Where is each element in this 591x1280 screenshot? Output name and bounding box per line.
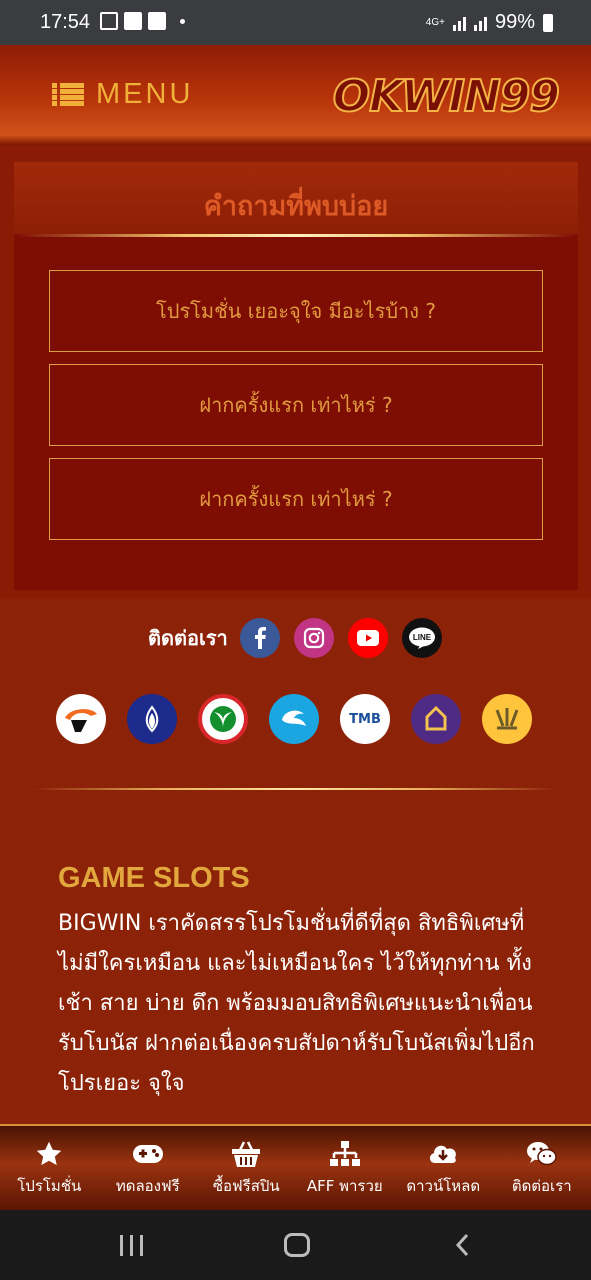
bank-bualuang-icon	[127, 694, 177, 744]
section-title: GAME SLOTS	[58, 862, 250, 894]
app-notification-icon	[148, 12, 166, 30]
status-bar: 17:54 4G+ 99%	[0, 0, 591, 45]
nav-promotions[interactable]: โปรโมชั่น	[0, 1126, 99, 1210]
status-time: 17:54	[40, 11, 91, 33]
battery-icon	[543, 13, 553, 32]
menu-label: MENU	[96, 78, 194, 110]
back-icon[interactable]	[450, 1232, 476, 1258]
contact-label: ติดต่อเรา	[148, 626, 228, 650]
gold-divider	[14, 234, 578, 237]
list-icon	[52, 82, 84, 107]
gold-divider	[33, 788, 557, 790]
gallery-notification-icon	[100, 12, 118, 30]
contact-section: ติดต่อเรา LINE TMB GAME SLOTS BIGWIN เรา…	[0, 598, 591, 1128]
instagram-icon[interactable]	[293, 618, 334, 658]
svg-text:LINE: LINE	[413, 633, 432, 642]
recents-icon[interactable]	[120, 1235, 143, 1256]
nav-label: ซื้อฟรีสปิน	[212, 1177, 280, 1195]
bank-scb-icon	[411, 694, 461, 744]
section-body: BIGWIN เราคัดสรรโปรโมชั่นที่ดีที่สุด สิท…	[58, 911, 535, 1096]
site-logo[interactable]: OKWIN99	[332, 70, 561, 123]
logo-text: OKWIN99	[332, 70, 561, 123]
line-icon[interactable]: LINE	[401, 618, 442, 658]
gamepad-icon	[132, 1140, 164, 1168]
bank-list: TMB	[56, 694, 532, 744]
faq-title: คำถามที่พบบ่อย	[203, 191, 389, 222]
faq-item[interactable]: ฝากครั้งแรก เท่าไหร่ ?	[49, 458, 543, 540]
nav-label: ติดต่อเรา	[511, 1177, 572, 1195]
faq-item[interactable]: ฝากครั้งแรก เท่าไหร่ ?	[49, 364, 543, 446]
nav-download[interactable]: ดาวน์โหลด	[394, 1126, 493, 1210]
faq-section: คำถามที่พบบ่อย โปรโมชั่น เยอะจุใจ มีอะไร…	[14, 162, 578, 590]
nav-label: AFF พารวย	[306, 1177, 383, 1195]
nav-label: โปรโมชั่น	[17, 1177, 82, 1195]
basket-icon	[231, 1140, 261, 1168]
signal-icon-2	[473, 15, 487, 31]
bank-krungthai-icon	[269, 694, 319, 744]
nav-label: ทดลองฟรี	[115, 1177, 180, 1195]
menu-button[interactable]: MENU	[52, 78, 193, 111]
signal-icon	[452, 15, 466, 31]
nav-buy-free-spin[interactable]: ซื้อฟรีสปิน	[197, 1126, 296, 1210]
network-type: 4G+	[425, 16, 445, 28]
cloud-download-icon	[427, 1140, 459, 1168]
bank-krungsri-icon	[482, 694, 532, 744]
nav-contact[interactable]: ติดต่อเรา	[493, 1126, 591, 1210]
faq-item[interactable]: โปรโมชั่น เยอะจุใจ มีอะไรบ้าง ?	[49, 270, 543, 352]
nav-label: ดาวน์โหลด	[406, 1177, 481, 1195]
site-header: MENU OKWIN99	[0, 45, 591, 145]
facebook-icon[interactable]	[239, 618, 280, 658]
nav-affiliate[interactable]: AFF พารวย	[296, 1126, 395, 1210]
bank-kasikorn-icon	[198, 694, 248, 744]
wechat-icon	[526, 1140, 558, 1168]
youtube-icon[interactable]	[347, 618, 388, 658]
star-icon	[35, 1140, 63, 1168]
bank-thanachart-icon	[56, 694, 106, 744]
sitemap-icon	[329, 1140, 360, 1168]
nav-free-trial[interactable]: ทดลองฟรี	[99, 1126, 198, 1210]
bottom-nav: โปรโมชั่น ทดลองฟรี ซื้อฟรีสปิน AFF พารวย…	[0, 1124, 591, 1210]
more-notifications-icon	[180, 18, 185, 24]
home-icon[interactable]	[284, 1233, 310, 1257]
seven-eleven-notification-icon	[124, 12, 142, 30]
system-nav-bar	[0, 1210, 591, 1280]
battery-percent: 99%	[494, 11, 535, 33]
bank-tmb-icon: TMB	[340, 694, 390, 744]
